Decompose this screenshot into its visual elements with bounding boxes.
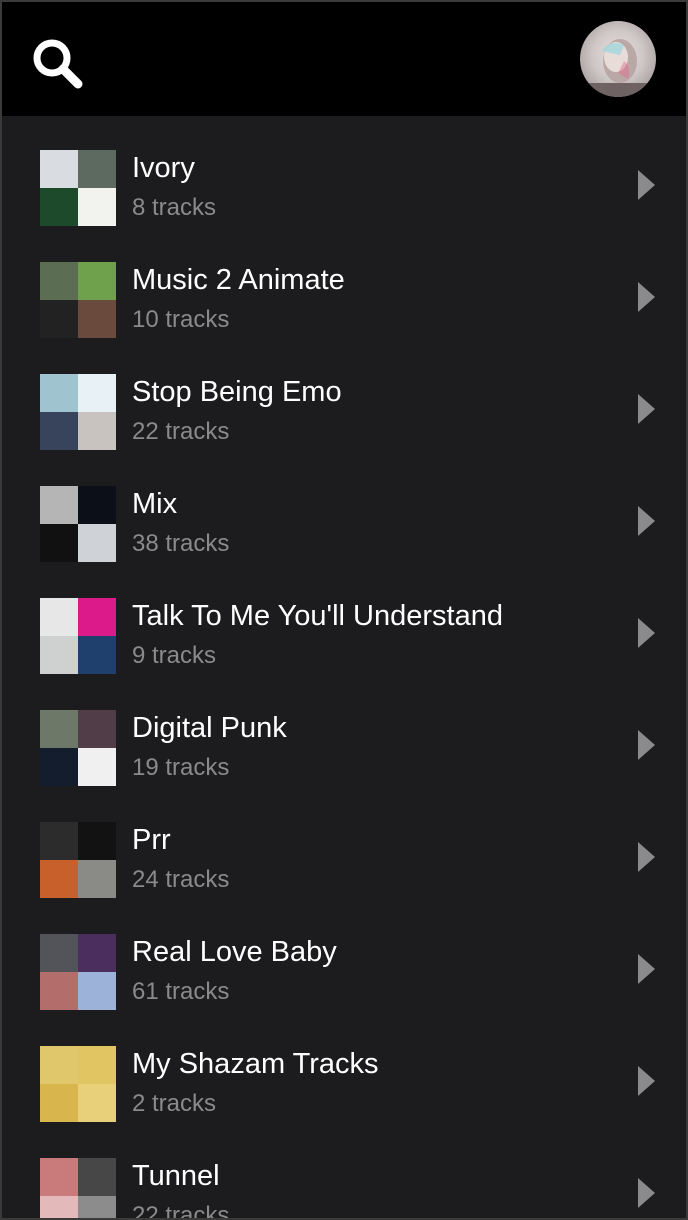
user-avatar[interactable] bbox=[580, 21, 656, 97]
playlist-artwork bbox=[40, 822, 116, 898]
playlist-track-count: 22 tracks bbox=[132, 418, 230, 445]
album-cover-tile bbox=[40, 374, 78, 412]
app-frame: Ivory 8 tracks Music 2 Animate 10 tracks Sto… bbox=[0, 0, 688, 1220]
album-cover-tile bbox=[78, 822, 116, 860]
playlist-title: Stop Being Emo bbox=[132, 376, 342, 408]
playlist-artwork bbox=[40, 1046, 116, 1122]
album-cover-tile bbox=[40, 150, 78, 188]
album-cover-tile bbox=[40, 1158, 78, 1196]
playlist-row[interactable]: Digital Punk 19 tracks bbox=[2, 676, 686, 788]
chevron-right-icon[interactable] bbox=[638, 954, 655, 984]
playlist-artwork bbox=[40, 1158, 116, 1218]
playlist-row[interactable]: Real Love Baby 61 tracks bbox=[2, 900, 686, 1012]
search-icon-graphic bbox=[33, 39, 83, 89]
playlist-title: Mix bbox=[132, 488, 178, 520]
album-cover-tile bbox=[78, 374, 116, 412]
album-cover-tile bbox=[40, 1046, 78, 1084]
album-cover-tile bbox=[40, 860, 78, 898]
album-cover-tile bbox=[40, 710, 78, 748]
playlist-row[interactable]: Stop Being Emo 22 tracks bbox=[2, 340, 686, 452]
playlist-title: Music 2 Animate bbox=[132, 264, 345, 296]
album-cover-tile bbox=[40, 1196, 78, 1218]
album-cover-tile bbox=[40, 262, 78, 300]
playlist-row[interactable]: Tunnel 22 tracks bbox=[2, 1124, 686, 1220]
album-cover-tile bbox=[78, 860, 116, 898]
album-cover-tile bbox=[40, 636, 78, 674]
playlist-track-count: 2 tracks bbox=[132, 1090, 217, 1117]
playlist-title: Real Love Baby bbox=[132, 936, 337, 968]
playlist-title: Prr bbox=[132, 824, 171, 856]
album-cover-tile bbox=[78, 150, 116, 188]
playlist-track-count: 8 tracks bbox=[132, 194, 217, 221]
chevron-right-icon[interactable] bbox=[638, 282, 655, 312]
playlist-row[interactable]: Talk To Me You'll Understand 9 tracks bbox=[2, 564, 686, 676]
playlist-title: Ivory bbox=[132, 152, 195, 184]
album-cover-tile bbox=[78, 934, 116, 972]
playlist-artwork bbox=[40, 710, 116, 786]
album-cover-tile bbox=[40, 524, 78, 562]
album-cover-tile bbox=[78, 1046, 116, 1084]
playlist-artwork bbox=[40, 262, 116, 338]
playlist-artwork bbox=[40, 934, 116, 1010]
playlist-track-count: 10 tracks bbox=[132, 306, 230, 333]
album-cover-tile bbox=[40, 934, 78, 972]
album-cover-tile bbox=[40, 1084, 78, 1122]
album-cover-tile bbox=[78, 710, 116, 748]
album-cover-tile bbox=[78, 300, 116, 338]
album-cover-tile bbox=[78, 598, 116, 636]
playlist-title: Talk To Me You'll Understand bbox=[132, 600, 503, 632]
album-cover-tile bbox=[78, 262, 116, 300]
album-cover-tile bbox=[40, 822, 78, 860]
playlist-track-count: 61 tracks bbox=[132, 978, 230, 1005]
playlist-track-count: 19 tracks bbox=[132, 754, 230, 781]
playlist-row[interactable]: My Shazam Tracks 2 tracks bbox=[2, 1012, 686, 1124]
chevron-right-icon[interactable] bbox=[638, 506, 655, 536]
playlist-artwork bbox=[40, 374, 116, 450]
album-cover-tile bbox=[40, 412, 78, 450]
playlist-title: Digital Punk bbox=[132, 712, 287, 744]
chevron-right-icon[interactable] bbox=[638, 842, 655, 872]
search-icon[interactable] bbox=[30, 36, 86, 92]
playlist-artwork bbox=[40, 598, 116, 674]
chevron-right-icon[interactable] bbox=[638, 170, 655, 200]
chevron-right-icon[interactable] bbox=[638, 394, 655, 424]
playlist-artwork bbox=[40, 150, 116, 226]
playlist-title: My Shazam Tracks bbox=[132, 1048, 379, 1080]
playlist-row[interactable]: Music 2 Animate 10 tracks bbox=[2, 228, 686, 340]
playlist-row[interactable]: Prr 24 tracks bbox=[2, 788, 686, 900]
playlist-list: Ivory 8 tracks Music 2 Animate 10 tracks Sto… bbox=[2, 116, 686, 1220]
playlist-artwork bbox=[40, 486, 116, 562]
playlist-row[interactable]: Mix 38 tracks bbox=[2, 452, 686, 564]
album-cover-tile bbox=[78, 524, 116, 562]
album-cover-tile bbox=[78, 1196, 116, 1218]
album-cover-tile bbox=[40, 972, 78, 1010]
playlist-track-count: 22 tracks bbox=[132, 1202, 230, 1220]
chevron-right-icon[interactable] bbox=[638, 1066, 655, 1096]
album-cover-tile bbox=[40, 748, 78, 786]
chevron-right-icon[interactable] bbox=[638, 730, 655, 760]
playlist-track-count: 24 tracks bbox=[132, 866, 230, 893]
avatar-photo bbox=[580, 39, 656, 97]
album-cover-tile bbox=[78, 188, 116, 226]
album-cover-tile bbox=[40, 598, 78, 636]
album-cover-tile bbox=[78, 972, 116, 1010]
album-cover-tile bbox=[40, 188, 78, 226]
album-cover-tile bbox=[40, 300, 78, 338]
album-cover-tile bbox=[78, 486, 116, 524]
playlist-title: Tunnel bbox=[132, 1160, 220, 1192]
album-cover-tile bbox=[78, 636, 116, 674]
playlist-track-count: 9 tracks bbox=[132, 642, 217, 669]
album-cover-tile bbox=[78, 748, 116, 786]
album-cover-tile bbox=[78, 412, 116, 450]
album-cover-tile bbox=[40, 486, 78, 524]
chevron-right-icon[interactable] bbox=[638, 618, 655, 648]
album-cover-tile bbox=[78, 1158, 116, 1196]
top-bar bbox=[2, 2, 686, 116]
chevron-right-icon[interactable] bbox=[638, 1178, 655, 1208]
playlist-track-count: 38 tracks bbox=[132, 530, 230, 557]
album-cover-tile bbox=[78, 1084, 116, 1122]
playlist-row[interactable]: Ivory 8 tracks bbox=[2, 116, 686, 228]
